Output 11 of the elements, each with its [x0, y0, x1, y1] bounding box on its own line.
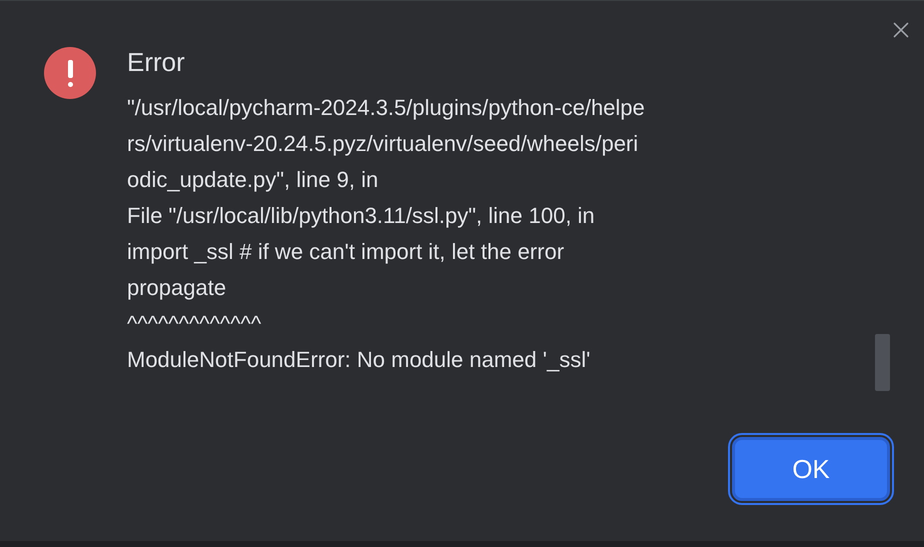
dialog-title: Error [127, 46, 186, 79]
scrollbar-thumb[interactable] [875, 334, 890, 391]
error-message-line: ModuleNotFoundError: No module named '_ssl' [127, 346, 592, 374]
error-message-line: ^^^^^^^^^^^^^ [127, 310, 262, 338]
error-message-line: rs/virtualenv-20.24.5.pyz/virtualenv/seed/wheels/peri [127, 130, 640, 158]
error-message-line: odic_update.py", line 9, in [127, 166, 380, 194]
error-message-line: "/usr/local/pycharm-2024.3.5/plugins/python-ce/helpe [127, 94, 645, 122]
error-message-line: propagate [127, 274, 228, 302]
error-message-line: File "/usr/local/lib/python3.11/ssl.py", line 100, in [127, 202, 596, 230]
error-message-line: import _ssl # if we can't import it, let the error [127, 238, 566, 266]
error-icon [44, 47, 96, 99]
